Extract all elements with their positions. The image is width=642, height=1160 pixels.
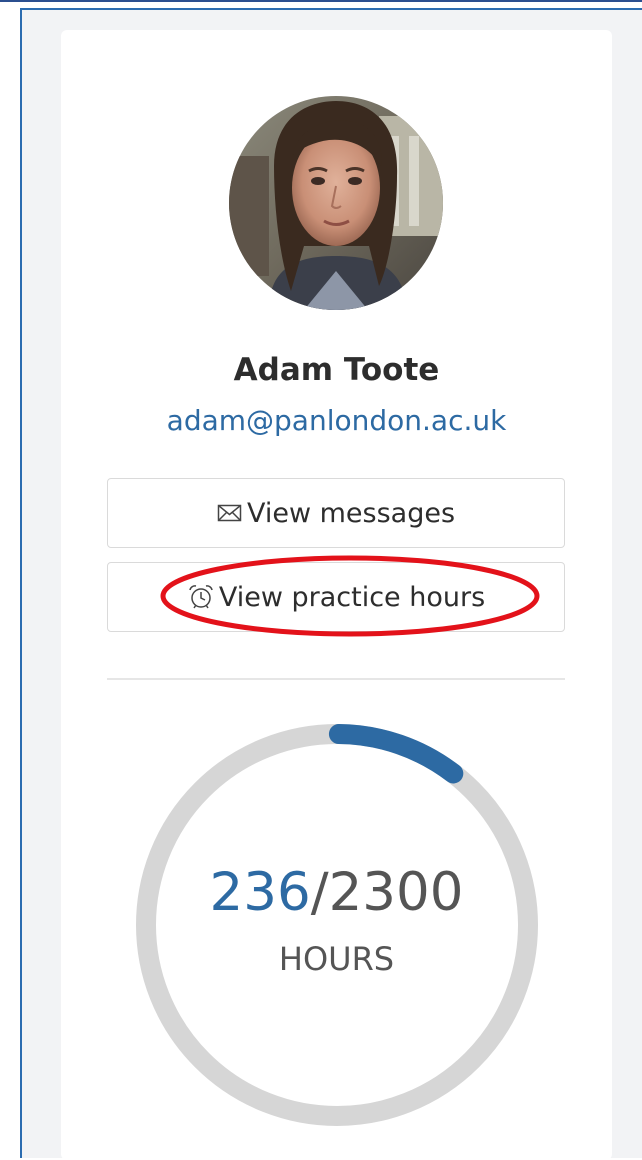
practice-hours-progress-ring	[136, 724, 538, 1126]
view-practice-hours-button[interactable]: View practice hours	[107, 562, 565, 632]
profile-card: Adam Toote adam@panlondon.ac.uk View mes…	[61, 30, 612, 1160]
envelope-icon	[217, 503, 243, 523]
view-messages-button[interactable]: View messages	[107, 478, 565, 548]
completed-hours: 236	[209, 862, 311, 923]
hours-separator: /	[310, 862, 329, 923]
profile-name: Adam Toote	[233, 352, 440, 388]
progress-ring-fill	[328, 724, 464, 784]
view-practice-hours-label: View practice hours	[218, 581, 486, 613]
section-divider	[107, 678, 565, 680]
avatar-image	[229, 96, 443, 310]
avatar	[229, 96, 443, 310]
practice-hours-count: 236/2300	[61, 862, 612, 923]
hours-unit-label: HOURS	[278, 940, 395, 978]
profile-email-link[interactable]: adam@panlondon.ac.uk	[61, 404, 612, 437]
view-messages-label: View messages	[246, 497, 456, 529]
progress-ring-track	[136, 724, 538, 1126]
total-hours: 2300	[328, 862, 464, 923]
alarm-clock-icon	[187, 583, 215, 611]
